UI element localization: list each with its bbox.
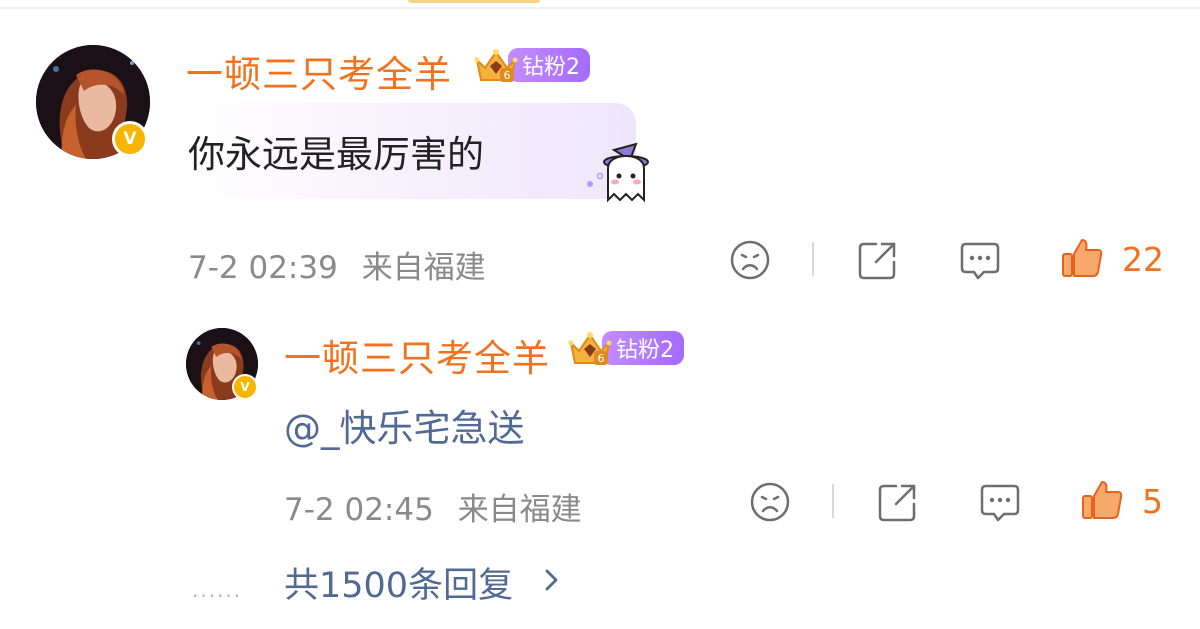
svg-text:6: 6 [504,69,511,82]
comment-bubble-icon[interactable] [958,238,1002,282]
action-divider [812,242,814,276]
fan-badge-label: 钻粉2 [602,331,684,365]
chevron-right-icon[interactable] [540,566,564,594]
thumb-up-icon[interactable] [1060,236,1104,280]
like-count: 5 [1142,482,1163,521]
comment-date: 7-2 02:39 [188,250,338,286]
reply-mention-text[interactable]: @_快乐宅急送 [284,398,525,452]
top-accent-bar [408,0,540,3]
share-icon[interactable] [856,238,900,282]
comment-meta: 7-2 02:39 来自福建 [188,242,486,287]
reply-date: 7-2 02:45 [284,492,434,528]
comment-text[interactable]: 你永远是最厉害的 [188,124,484,178]
comment-location: 来自福建 [361,250,486,286]
sad-face-icon[interactable] [748,480,792,524]
reply-meta: 7-2 02:45 来自福建 [284,484,582,529]
ghost-sticker-icon [587,142,649,203]
comment-bubble-icon[interactable] [978,480,1022,524]
thumb-up-icon[interactable] [1080,478,1124,522]
fan-badge-label: 钻粉2 [508,48,590,82]
svg-text:6: 6 [598,352,605,365]
fan-level-badge[interactable]: 6 钻粉2 [474,47,590,83]
verified-badge: V [112,121,148,157]
more-replies-dots: ...... [192,578,243,602]
like-count: 22 [1122,240,1164,279]
comment-username[interactable]: 一顿三只考全羊 [186,44,452,98]
action-divider [832,484,834,518]
reply-location: 来自福建 [457,492,582,528]
top-divider [0,7,1200,9]
reply-username[interactable]: 一顿三只考全羊 [284,328,550,382]
share-icon[interactable] [876,480,920,524]
sad-face-icon[interactable] [728,238,772,282]
fan-level-badge[interactable]: 6 钻粉2 [568,330,684,366]
crown-icon: 6 [568,332,612,365]
crown-icon: 6 [474,49,518,82]
verified-badge: V [232,374,258,400]
more-replies-link[interactable]: 共1500条回复 [284,557,513,608]
